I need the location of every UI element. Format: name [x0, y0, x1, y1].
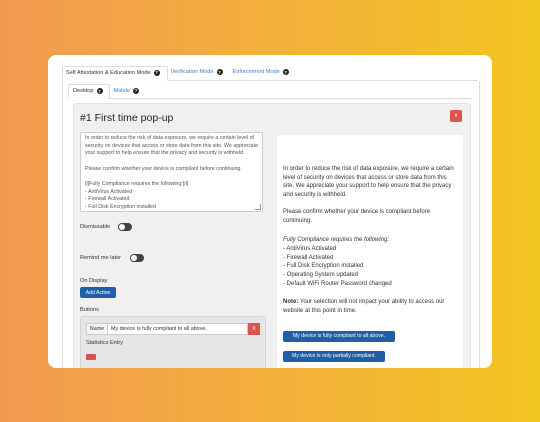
list-item: - Full Disk Encryption installed: [283, 263, 364, 270]
popup-preview: In order to reduce the risk of data expo…: [277, 135, 463, 368]
help-icon[interactable]: ?: [282, 69, 289, 75]
popup-editor: #1 First time pop-up x In order to reduc…: [73, 103, 471, 368]
help-icon[interactable]: ?: [133, 87, 140, 94]
settings-card: Self Attestation & Education Mode ? Veri…: [48, 55, 492, 368]
button-name-row: Name My device is fully compliant to all…: [86, 323, 260, 335]
dismissable-toggle[interactable]: [118, 223, 132, 231]
name-label: Name: [86, 323, 108, 335]
preview-paragraph-1: In order to reduce the risk of data expo…: [283, 166, 454, 199]
help-icon[interactable]: ?: [153, 69, 160, 76]
dismissable-label: Dismissable: [80, 224, 111, 230]
popup-text-editor[interactable]: In order to reduce the risk of data expo…: [80, 132, 263, 212]
mode-panel: Desktop ? Mobile ? #1 First time pop-up …: [62, 81, 480, 368]
tab-label: Mobile: [113, 87, 131, 94]
tab-mobile[interactable]: Mobile ?: [110, 84, 145, 98]
help-icon[interactable]: ?: [96, 88, 103, 94]
partially-compliant-button[interactable]: My device is only partially compliant.: [283, 351, 385, 362]
list-item: - AntiVirus Activated: [283, 246, 337, 252]
device-tabs: Desktop ? Mobile ?: [68, 84, 472, 99]
popup-title: #1 First time pop-up: [80, 112, 174, 124]
mode-tabs: Self Attestation & Education Mode ? Veri…: [62, 66, 478, 81]
list-item: - Default WiFi Router Password changed: [283, 280, 392, 287]
help-icon[interactable]: ?: [216, 69, 223, 75]
note-label: Note:: [283, 299, 299, 305]
statistics-entry-label: Statistics Entry: [86, 340, 123, 346]
resize-handle-icon[interactable]: [255, 204, 261, 210]
on-display-label: On Display: [80, 278, 108, 284]
preview-requirements-list: - AntiVirus Activated - Firewall Activat…: [283, 245, 459, 288]
remind-later-label: Remind me later: [80, 255, 122, 261]
buttons-list: Name My device is fully compliant to all…: [80, 316, 266, 368]
preview-paragraph-2: Please confirm whether your device is co…: [283, 209, 431, 224]
preview-requirements-title: Fully Compliance requires the following:: [283, 237, 390, 243]
buttons-label: Buttons: [80, 307, 99, 313]
list-item: - Operating System updated: [283, 272, 359, 279]
tab-label: Self Attestation & Education Mode: [66, 69, 151, 76]
remind-later-toggle[interactable]: [130, 254, 144, 262]
remove-button-button[interactable]: X: [248, 323, 260, 335]
tab-enforcement[interactable]: Enforcement Mode ?: [230, 66, 296, 80]
tab-label: Desktop: [73, 88, 94, 94]
editor-text: In order to reduce the risk of data expo…: [85, 135, 259, 211]
list-item: - Firewall Activated: [283, 254, 334, 261]
note-text: Your selection will not impact your abil…: [283, 299, 445, 314]
tab-verification[interactable]: Verification Mode ?: [168, 66, 230, 80]
tab-label: Verification Mode: [170, 69, 214, 75]
statistics-remove-button[interactable]: [86, 354, 96, 360]
button-name-input[interactable]: My device is fully compliant to all abov…: [108, 323, 248, 335]
tab-self-attestation[interactable]: Self Attestation & Education Mode ?: [62, 66, 168, 81]
tab-label: Enforcement Mode: [232, 69, 280, 75]
remove-popup-button[interactable]: x: [450, 110, 462, 122]
add-action-button[interactable]: Add Action: [80, 287, 116, 298]
tab-desktop[interactable]: Desktop ?: [68, 84, 110, 99]
preview-note: Note: Your selection will not impact you…: [283, 298, 459, 315]
fully-compliant-button[interactable]: My device is fully compliant to all abov…: [283, 331, 395, 342]
